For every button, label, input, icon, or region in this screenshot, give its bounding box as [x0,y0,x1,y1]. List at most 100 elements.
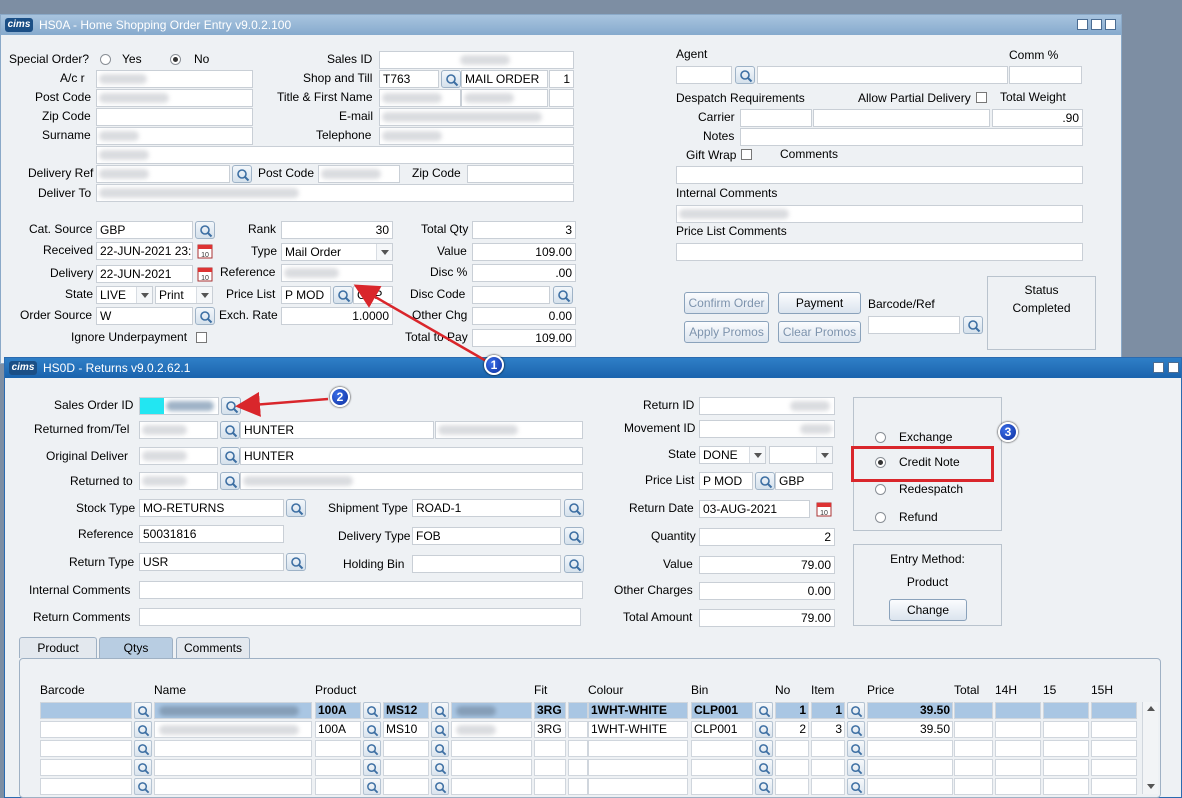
close-icon[interactable] [1168,362,1179,373]
table-cell-colour[interactable]: 1WHT-WHITE [588,702,688,719]
table-cell[interactable] [154,759,312,776]
tab-qtys[interactable]: Qtys [99,637,173,658]
grid-lookup-button[interactable] [363,702,381,719]
delivery-zip-field[interactable] [467,165,574,183]
grid-lookup-button[interactable] [755,759,773,776]
table-cell[interactable] [995,778,1041,795]
tab-comments[interactable]: Comments [176,637,250,658]
table-cell-bin[interactable]: CLP001 [691,721,753,738]
grid-lookup-button[interactable] [431,721,449,738]
disc-code-lookup-button[interactable] [553,286,573,304]
table-cell-no[interactable] [775,740,809,757]
email-field[interactable] [379,108,574,126]
special-order-yes-radio[interactable] [100,54,111,65]
table-cell-style[interactable] [383,759,429,776]
return-type-field[interactable]: USR [139,553,284,571]
table-cell[interactable] [451,740,532,757]
ignore-underpayment-checkbox[interactable] [196,332,207,343]
returns-price-list-field[interactable]: P MOD [699,472,753,490]
grid-lookup-button[interactable] [363,778,381,795]
grid-lookup-button[interactable] [134,740,152,757]
table-cell-bin[interactable] [691,759,753,776]
table-cell-price[interactable] [867,740,953,757]
table-cell-fit[interactable] [534,740,566,757]
table-cell[interactable] [568,759,588,776]
calendar-icon[interactable]: 10 [196,265,214,283]
table-cell[interactable] [995,721,1041,738]
grid-lookup-button[interactable] [431,759,449,776]
grid-lookup-button[interactable] [847,759,865,776]
returns-price-list-lookup-button[interactable] [755,472,775,490]
table-cell[interactable] [568,740,588,757]
table-cell[interactable] [154,721,312,738]
sales-order-id-lookup-button[interactable] [221,397,241,415]
gift-wrap-checkbox[interactable] [741,149,752,160]
table-cell[interactable] [40,702,132,719]
shop-field[interactable]: T763 [379,70,439,88]
clear-promos-button[interactable]: Clear Promos [778,321,861,343]
allow-partial-checkbox[interactable] [976,92,987,103]
special-order-no-radio[interactable] [170,54,181,65]
address-field[interactable] [96,146,574,164]
cat-source-lookup-button[interactable] [195,221,215,239]
received-field[interactable]: 22-JUN-2021 23: [96,242,193,260]
state-dropdown[interactable]: LIVE [96,286,153,304]
cat-source-field[interactable]: GBP [96,221,193,239]
price-list-field[interactable]: P MOD [281,286,331,304]
exch-rate-field[interactable]: 1.0000 [281,307,393,325]
reference-field[interactable] [281,264,393,282]
grid-lookup-button[interactable] [431,702,449,719]
table-cell[interactable] [40,759,132,776]
grid-lookup-button[interactable] [134,721,152,738]
table-cell[interactable] [1043,759,1089,776]
order-source-lookup-button[interactable] [195,307,215,325]
maximize-icon[interactable] [1091,19,1102,30]
grid-lookup-button[interactable] [755,721,773,738]
grid-lookup-button[interactable] [363,740,381,757]
table-cell[interactable] [154,702,312,719]
table-cell-price[interactable]: 39.50 [867,721,953,738]
grid-lookup-button[interactable] [431,778,449,795]
rank-field[interactable]: 30 [281,221,393,239]
sales-id-field[interactable] [379,51,574,69]
grid-lookup-button[interactable] [134,702,152,719]
first-name-field[interactable] [461,89,548,107]
table-cell[interactable] [1043,740,1089,757]
holding-bin-lookup-button[interactable] [564,555,584,573]
table-cell[interactable] [40,721,132,738]
holding-bin-field[interactable] [412,555,561,573]
refund-radio[interactable] [875,512,886,523]
table-cell-item[interactable] [811,759,845,776]
title-field[interactable] [379,89,461,107]
table-cell-colour[interactable] [588,759,688,776]
table-cell-item[interactable] [811,778,845,795]
agent-code-field[interactable] [676,66,732,84]
table-cell-no[interactable] [775,778,809,795]
exchange-radio[interactable] [875,432,886,443]
barcode-ref-field[interactable] [868,316,960,334]
table-cell-no[interactable]: 2 [775,721,809,738]
table-cell[interactable] [954,740,993,757]
table-cell[interactable] [1091,721,1137,738]
redespatch-radio[interactable] [875,484,886,495]
till-field[interactable]: 1 [549,70,574,88]
table-cell-price[interactable] [867,759,953,776]
table-cell-bin[interactable] [691,740,753,757]
table-cell-item[interactable] [811,740,845,757]
returned-to-lookup-button[interactable] [220,472,240,490]
table-cell[interactable] [154,778,312,795]
delivery-date-field[interactable]: 22-JUN-2021 [96,265,193,283]
calendar-icon[interactable]: 10 [196,242,214,260]
post-code-field[interactable] [96,89,253,107]
table-cell-product[interactable]: 100A [315,702,361,719]
change-button[interactable]: Change [889,599,967,621]
table-cell[interactable] [40,740,132,757]
tab-product[interactable]: Product [19,637,97,658]
return-type-lookup-button[interactable] [286,553,306,571]
returns-substate-dropdown[interactable] [769,446,833,464]
grid-lookup-button[interactable] [755,740,773,757]
table-cell-product[interactable] [315,778,361,795]
table-cell-fit[interactable]: 3RG [534,721,566,738]
table-cell[interactable] [1043,721,1089,738]
apply-promos-button[interactable]: Apply Promos [684,321,769,343]
